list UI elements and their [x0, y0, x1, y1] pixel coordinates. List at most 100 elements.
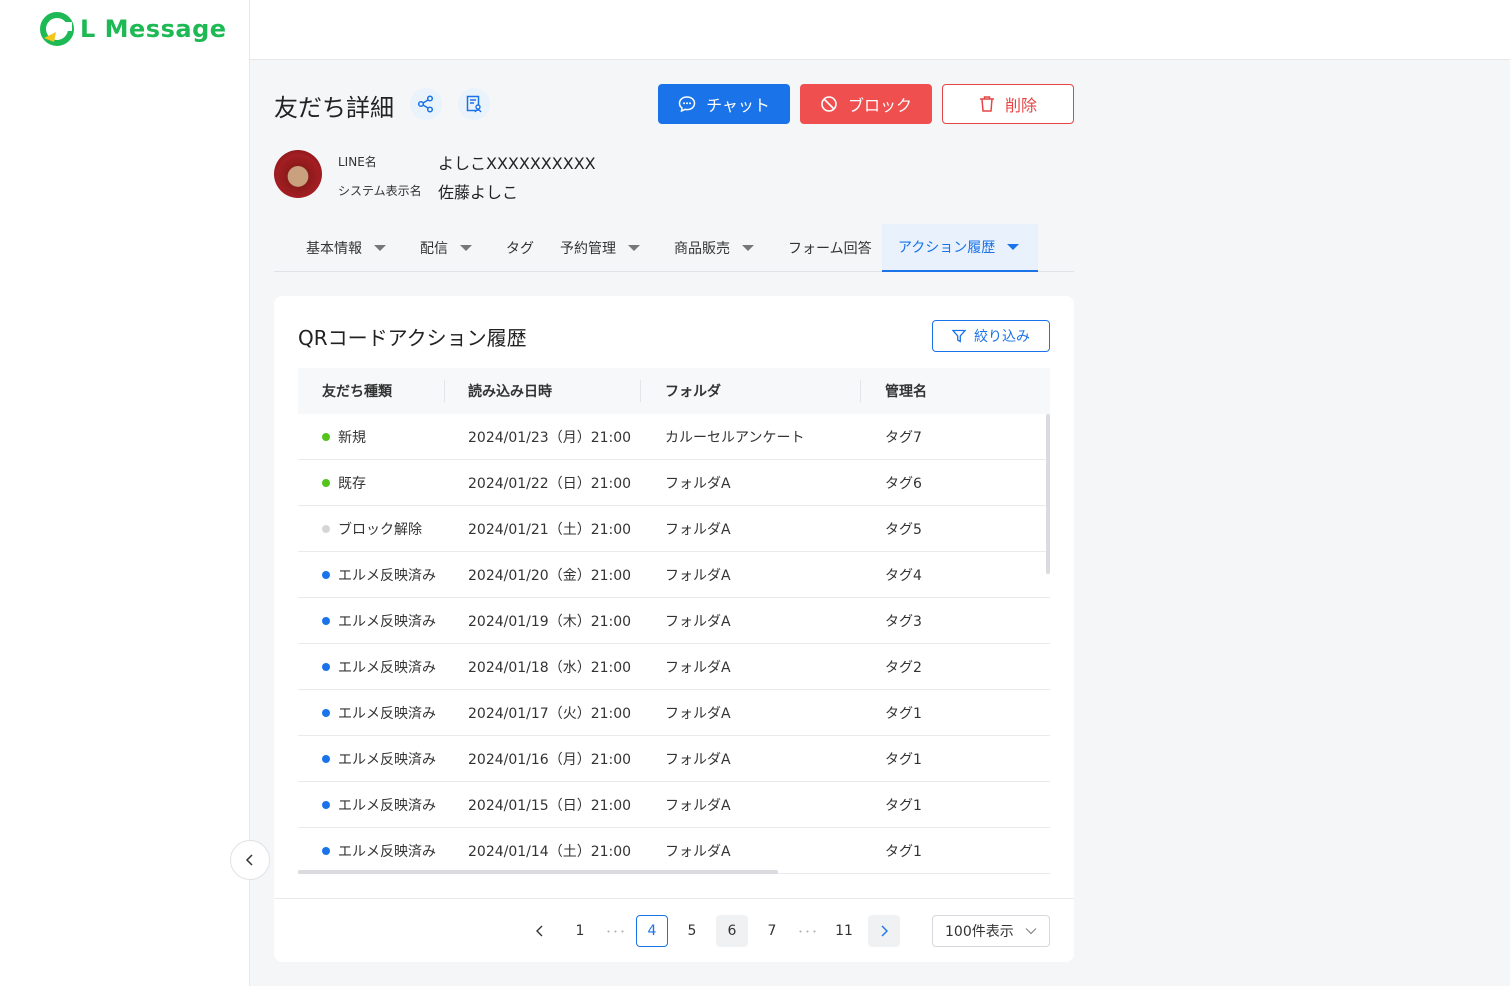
sidebar-collapse-button[interactable]	[230, 840, 270, 880]
page-ellipsis[interactable]: ･･･	[600, 915, 632, 947]
read-datetime-cell: 2024/01/16（月）21:00	[468, 752, 632, 768]
tab-tags[interactable]: タグ	[506, 224, 534, 272]
tab-basic-info[interactable]: 基本情報	[306, 224, 386, 272]
friend-type-text: エルメ反映済み	[338, 752, 436, 768]
page-button-4[interactable]: 4	[636, 915, 668, 947]
chevron-left-icon	[536, 925, 543, 937]
status-dot	[322, 755, 330, 763]
page-button-6[interactable]: 6	[716, 915, 748, 947]
prev-page-button[interactable]	[524, 915, 556, 947]
status-dot	[322, 801, 330, 809]
table-row[interactable]: 既存 2024/01/22（日）21:00 フォルダA タグ6	[298, 460, 1050, 506]
share-icon	[417, 95, 434, 113]
friend-type-cell: ブロック解除	[322, 506, 422, 552]
management-name-cell: タグ5	[885, 522, 922, 538]
friend-type-text: エルメ反映済み	[338, 706, 436, 722]
folder-cell: フォルダA	[665, 568, 731, 584]
history-table: 友だち種類 読み込み日時 フォルダ 管理名 新規 2024/01/23（月）21:…	[298, 368, 1050, 874]
caret-down-icon	[742, 245, 754, 251]
system-name-label: システム表示名	[338, 184, 422, 198]
page-size-label: 100件表示	[945, 924, 1014, 940]
sidebar: L Message	[0, 0, 250, 986]
table-row[interactable]: ブロック解除 2024/01/21（土）21:00 フォルダA タグ5	[298, 506, 1050, 552]
read-datetime-cell: 2024/01/18（水）21:00	[468, 660, 632, 676]
tab-label: 配信	[420, 241, 448, 257]
tab-reservation[interactable]: 予約管理	[560, 224, 640, 272]
caret-down-icon	[628, 245, 640, 251]
filter-icon	[952, 329, 966, 343]
trash-icon	[979, 96, 994, 112]
status-dot	[322, 709, 330, 717]
table-row[interactable]: エルメ反映済み 2024/01/19（木）21:00 フォルダA タグ3	[298, 598, 1050, 644]
tab-bar: 基本情報 配信 タグ 予約管理 商品販売 フォーム回答 アクション履歴	[274, 224, 1074, 272]
folder-cell: フォルダA	[665, 844, 731, 860]
chevron-left-icon	[245, 854, 253, 866]
management-name-cell: タグ3	[885, 614, 922, 630]
table-row[interactable]: 新規 2024/01/23（月）21:00 カルーセルアンケート タグ7	[298, 414, 1050, 460]
share-button[interactable]	[410, 88, 442, 120]
folder-cell: フォルダA	[665, 752, 731, 768]
column-header-management-name[interactable]: 管理名	[885, 368, 927, 414]
table-row[interactable]: エルメ反映済み 2024/01/17（火）21:00 フォルダA タグ1	[298, 690, 1050, 736]
friend-type-text: エルメ反映済み	[338, 844, 436, 860]
delete-button-label: 削除	[1004, 96, 1037, 115]
document-user-icon	[466, 95, 482, 113]
page-button-11[interactable]: 11	[828, 915, 860, 947]
profile-note-button[interactable]	[458, 88, 490, 120]
tab-delivery[interactable]: 配信	[420, 224, 472, 272]
friend-type-text: エルメ反映済み	[338, 568, 436, 584]
vertical-scrollbar[interactable]	[1046, 414, 1050, 574]
column-header-read-datetime[interactable]: 読み込み日時	[468, 368, 552, 414]
management-name-cell: タグ1	[885, 706, 922, 722]
page-button-7[interactable]: 7	[756, 915, 788, 947]
tab-form-answers[interactable]: フォーム回答	[788, 224, 872, 272]
next-page-button[interactable]	[868, 915, 900, 947]
folder-cell: フォルダA	[665, 706, 731, 722]
status-dot	[322, 525, 330, 533]
table-row[interactable]: エルメ反映済み 2024/01/14（土）21:00 フォルダA タグ1	[298, 828, 1050, 874]
read-datetime-cell: 2024/01/19（木）21:00	[468, 614, 632, 630]
app-logo[interactable]: L Message	[40, 12, 227, 46]
top-bar	[250, 0, 1510, 60]
chat-button[interactable]: チャット	[658, 84, 790, 124]
page-size-select[interactable]: 100件表示	[932, 915, 1050, 947]
column-header-friend-type[interactable]: 友だち種類	[322, 368, 392, 414]
status-dot	[322, 433, 330, 441]
logo-text: L Message	[80, 15, 227, 43]
horizontal-scrollbar[interactable]	[298, 870, 778, 874]
filter-button-label: 絞り込み	[974, 329, 1030, 345]
caret-down-icon	[1007, 244, 1020, 250]
tab-label: 商品販売	[674, 241, 730, 257]
page-button-1[interactable]: 1	[564, 915, 596, 947]
filter-button[interactable]: 絞り込み	[932, 320, 1050, 352]
delete-button[interactable]: 削除	[942, 84, 1074, 124]
management-name-cell: タグ6	[885, 476, 922, 492]
column-header-folder[interactable]: フォルダ	[665, 368, 721, 414]
read-datetime-cell: 2024/01/22（日）21:00	[468, 476, 632, 492]
table-row[interactable]: エルメ反映済み 2024/01/16（月）21:00 フォルダA タグ1	[298, 736, 1050, 782]
tab-label: タグ	[506, 241, 534, 257]
page-button-5[interactable]: 5	[676, 915, 708, 947]
management-name-cell: タグ1	[885, 752, 922, 768]
page-ellipsis[interactable]: ･･･	[792, 915, 824, 947]
friend-type-cell: エルメ反映済み	[322, 736, 436, 782]
friend-type-cell: 新規	[322, 414, 366, 460]
read-datetime-cell: 2024/01/15（日）21:00	[468, 798, 632, 814]
tab-product-sales[interactable]: 商品販売	[674, 224, 754, 272]
table-row[interactable]: エルメ反映済み 2024/01/18（水）21:00 フォルダA タグ2	[298, 644, 1050, 690]
management-name-cell: タグ4	[885, 568, 922, 584]
table-row[interactable]: エルメ反映済み 2024/01/15（日）21:00 フォルダA タグ1	[298, 782, 1050, 828]
friend-type-text: エルメ反映済み	[338, 614, 436, 630]
avatar	[274, 150, 322, 198]
management-name-cell: タグ1	[885, 844, 922, 860]
status-dot	[322, 571, 330, 579]
tab-action-history[interactable]: アクション履歴	[882, 224, 1038, 272]
tab-label: 基本情報	[306, 241, 362, 257]
table-row[interactable]: エルメ反映済み 2024/01/20（金）21:00 フォルダA タグ4	[298, 552, 1050, 598]
folder-cell: フォルダA	[665, 522, 731, 538]
friend-type-cell: エルメ反映済み	[322, 552, 436, 598]
friend-type-text: エルメ反映済み	[338, 798, 436, 814]
read-datetime-cell: 2024/01/17（火）21:00	[468, 706, 632, 722]
chevron-down-icon	[1025, 928, 1037, 935]
block-button[interactable]: ブロック	[800, 84, 932, 124]
